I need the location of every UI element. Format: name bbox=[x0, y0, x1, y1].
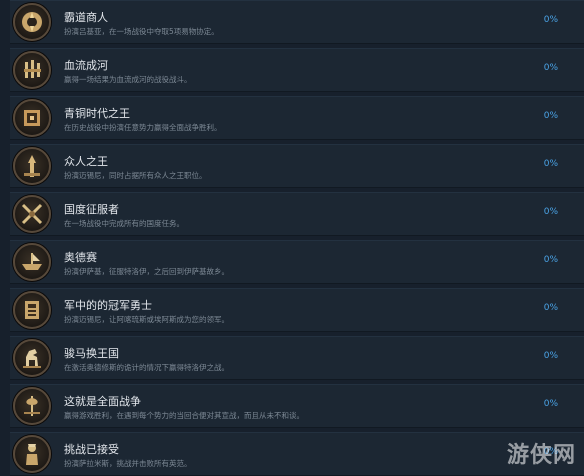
achievement-row[interactable]: 众人之王 扮演迈锡尼，同时占据所有众人之王职位。 0% bbox=[10, 144, 584, 188]
achievement-row[interactable]: 骏马换王国 在激活奥德修斯的诡计的情况下赢得特洛伊之战。 0% bbox=[10, 336, 584, 380]
achievement-description: 扮演伊萨基，征服特洛伊，之后回到伊萨基故乡。 bbox=[64, 267, 229, 276]
king-of-men-icon bbox=[13, 147, 51, 185]
achievement-title: 霸道商人 bbox=[64, 11, 108, 24]
achievement-title: 奥德赛 bbox=[64, 251, 97, 264]
horse-icon bbox=[13, 339, 51, 377]
achievement-title: 这就是全面战争 bbox=[64, 395, 141, 408]
achievement-description: 在一场战役中完成所有的国度任务。 bbox=[64, 219, 184, 228]
achievement-row[interactable]: 军中的的冠军勇士 扮演迈锡尼，让阿喀琉斯或埃阿斯成为您的领军。 0% bbox=[10, 288, 584, 332]
achievement-row[interactable]: 挑战已接受 扮演萨拉米斯，挑战并击败所有英范。 0% bbox=[10, 432, 584, 476]
achievement-percent: 0% bbox=[543, 255, 558, 265]
achievement-title: 挑战已接受 bbox=[64, 443, 119, 456]
achievement-title: 众人之王 bbox=[64, 155, 108, 168]
achievement-percent: 0% bbox=[543, 207, 558, 217]
achievement-title: 国度征服者 bbox=[64, 203, 119, 216]
achievement-row[interactable]: 奥德赛 扮演伊萨基，征服特洛伊，之后回到伊萨基故乡。 0% bbox=[10, 240, 584, 284]
achievement-title: 青铜时代之王 bbox=[64, 107, 130, 120]
achievement-description: 赢得一场结果为血流成河的战役战斗。 bbox=[64, 75, 192, 84]
achievement-title: 血流成河 bbox=[64, 59, 108, 72]
warrior-icon bbox=[13, 435, 51, 473]
achievement-percent: 0% bbox=[543, 63, 558, 73]
achievement-description: 扮演萨拉米斯，挑战并击败所有英范。 bbox=[64, 459, 192, 468]
achievement-title: 军中的的冠军勇士 bbox=[64, 299, 152, 312]
bloodbath-icon bbox=[13, 51, 51, 89]
watermark-logo: 游侠网 bbox=[506, 442, 576, 468]
achievement-description: 在历史战役中扮演任意势力赢得全面战争胜利。 bbox=[64, 123, 222, 132]
achievement-description: 在激活奥德修斯的诡计的情况下赢得特洛伊之战。 bbox=[64, 363, 229, 372]
achievement-percent: 0% bbox=[543, 15, 558, 25]
achievement-row[interactable]: 青铜时代之王 在历史战役中扮演任意势力赢得全面战争胜利。 0% bbox=[10, 96, 584, 140]
merchant-icon bbox=[13, 3, 51, 41]
achievement-percent: 0% bbox=[543, 303, 558, 313]
achievement-percent: 0% bbox=[543, 351, 558, 361]
champion-icon bbox=[13, 291, 51, 329]
axes-icon bbox=[13, 387, 51, 425]
achievement-percent: 0% bbox=[543, 399, 558, 409]
achievement-description: 扮演迈锡尼，同时占据所有众人之王职位。 bbox=[64, 171, 207, 180]
achievement-row[interactable]: 这就是全面战争 赢得游戏胜利，在遇到每个势力的当回合便对其宣战，而且从未不和谈。… bbox=[10, 384, 584, 428]
achievement-description: 赢得游戏胜利，在遇到每个势力的当回合便对其宣战，而且从未不和谈。 bbox=[64, 411, 304, 420]
achievement-title: 骏马换王国 bbox=[64, 347, 119, 360]
achievement-row[interactable]: 国度征服者 在一场战役中完成所有的国度任务。 0% bbox=[10, 192, 584, 236]
crossed-swords-icon bbox=[13, 195, 51, 233]
achievement-description: 扮演迈锡尼，让阿喀琉斯或埃阿斯成为您的领军。 bbox=[64, 315, 229, 324]
ship-icon bbox=[13, 243, 51, 281]
achievement-description: 扮演吕基亚，在一场战役中夺取5项易物协定。 bbox=[64, 27, 219, 36]
achievement-row[interactable]: 血流成河 赢得一场结果为血流成河的战役战斗。 0% bbox=[10, 48, 584, 92]
bronze-age-icon bbox=[13, 99, 51, 137]
achievement-percent: 0% bbox=[543, 111, 558, 121]
achievement-percent: 0% bbox=[543, 159, 558, 169]
achievement-row[interactable]: 霸道商人 扮演吕基亚，在一场战役中夺取5项易物协定。 0% bbox=[10, 0, 584, 44]
